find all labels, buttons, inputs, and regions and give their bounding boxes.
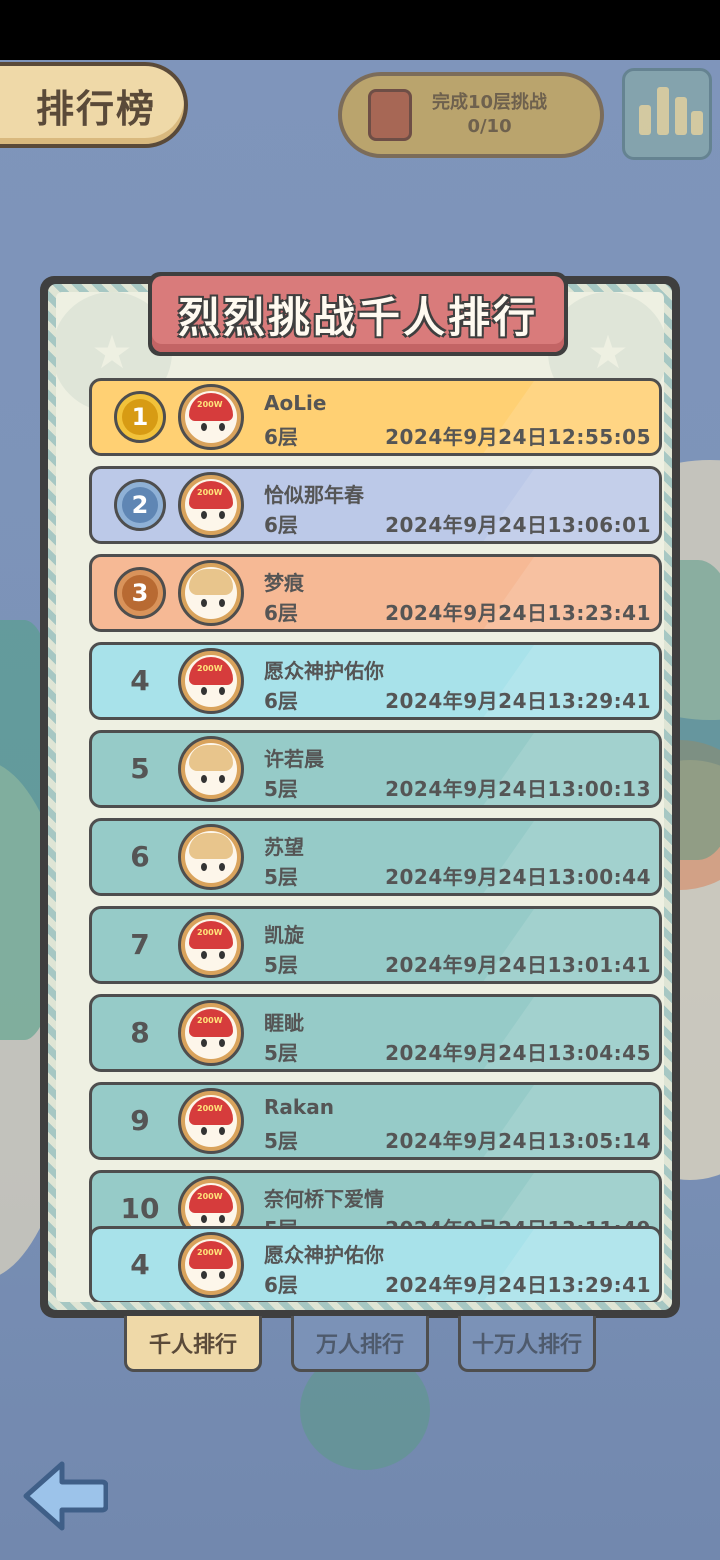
stats-chart-icon[interactable] — [622, 68, 712, 160]
floor-count: 5层 — [264, 1041, 298, 1065]
rank-row[interactable]: 5 许若晨 5层 2024年9月24日13:00:13 — [89, 730, 662, 808]
floor-count: 5层 — [264, 1129, 298, 1153]
floor-count: 5层 — [264, 777, 298, 801]
timestamp: 2024年9月24日13:29:41 — [385, 1273, 651, 1297]
player-name: 凯旋 — [264, 923, 304, 947]
tab-ten-thousand[interactable]: 万人排行 — [291, 1316, 429, 1372]
player-name: AoLie — [264, 391, 327, 415]
avatar — [178, 1000, 244, 1066]
rank-number: 9 — [130, 1104, 150, 1137]
floor-count: 6层 — [264, 513, 298, 537]
challenge-event-button[interactable]: 完成10层挑战 0/10 — [338, 72, 604, 158]
player-name: 睚眦 — [264, 1011, 304, 1035]
avatar — [178, 384, 244, 450]
rank-row[interactable]: 3 梦痕 6层 2024年9月24日13:23:41 — [89, 554, 662, 632]
timestamp: 2024年9月24日13:00:13 — [385, 777, 651, 801]
page-title: 排行榜 — [35, 86, 156, 131]
floor-count: 5层 — [264, 865, 298, 889]
avatar — [178, 472, 244, 538]
rank-row[interactable]: 1 AoLie 6层 2024年9月24日12:55:05 — [89, 378, 662, 456]
avatar — [178, 912, 244, 978]
rank-row[interactable]: 4 愿众神护佑你 6层 2024年9月24日13:29:41 — [89, 642, 662, 720]
rank-row[interactable]: 6 苏望 5层 2024年9月24日13:00:44 — [89, 818, 662, 896]
avatar — [178, 648, 244, 714]
tab-thousand[interactable]: 千人排行 — [124, 1316, 262, 1372]
floor-count: 6层 — [264, 601, 298, 625]
floor-count: 5层 — [264, 953, 298, 977]
tab-label: 十万人排行 — [471, 1332, 582, 1358]
rank-number: 3 — [122, 575, 158, 611]
avatar — [178, 736, 244, 802]
player-name: Rakan — [264, 1095, 334, 1119]
self-rank-row: 4 愿众神护佑你 6层 2024年9月24日13:29:41 — [89, 1226, 662, 1302]
rank-row[interactable]: 2 恰似那年春 6层 2024年9月24日13:06:01 — [89, 466, 662, 544]
tab-hundred-thousand[interactable]: 十万人排行 — [458, 1316, 596, 1372]
status-bar — [0, 0, 720, 60]
rank-number: 2 — [122, 487, 158, 523]
timestamp: 2024年9月24日13:01:41 — [385, 953, 651, 977]
rank-number: 4 — [130, 1248, 150, 1281]
rank-row[interactable]: 8 睚眦 5层 2024年9月24日13:04:45 — [89, 994, 662, 1072]
player-name: 许若晨 — [264, 747, 324, 771]
rank-number: 1 — [122, 399, 158, 435]
silver-medal-icon: 2 — [114, 479, 166, 531]
avatar — [178, 1088, 244, 1154]
rank-row[interactable]: 7 凯旋 5层 2024年9月24日13:01:41 — [89, 906, 662, 984]
player-name: 苏望 — [264, 835, 304, 859]
rank-number: 7 — [130, 928, 150, 961]
floor-count: 6层 — [264, 689, 298, 713]
bronze-medal-icon: 3 — [114, 567, 166, 619]
floor-count: 6层 — [264, 425, 298, 449]
player-name: 愿众神护佑你 — [264, 1243, 384, 1267]
timestamp: 2024年9月24日13:06:01 — [385, 513, 651, 537]
rank-number: 5 — [130, 752, 150, 785]
ranking-list[interactable]: 1 AoLie 6层 2024年9月24日12:55:05 2 恰似那年春 6层… — [56, 292, 664, 1238]
leaderboard-panel: ★ ★ 1 AoLie 6层 2024年9月24日12:55:05 2 恰似那年… — [40, 272, 680, 1318]
tab-label: 千人排行 — [148, 1332, 237, 1358]
avatar — [178, 824, 244, 890]
gift-box-icon — [368, 89, 412, 141]
back-arrow-icon[interactable] — [22, 1458, 108, 1534]
rank-row[interactable]: 9 Rakan 5层 2024年9月24日13:05:14 — [89, 1082, 662, 1160]
board-title: 烈烈挑战千人排行 — [177, 292, 538, 342]
avatar — [178, 1232, 244, 1298]
leaderboard-title: 排行榜 — [0, 62, 188, 148]
event-label: 完成10层挑战 — [432, 92, 548, 113]
timestamp: 2024年9月24日13:04:45 — [385, 1041, 651, 1065]
avatar — [178, 560, 244, 626]
rank-number: 8 — [130, 1016, 150, 1049]
timestamp: 2024年9月24日13:23:41 — [385, 601, 651, 625]
timestamp: 2024年9月24日13:00:44 — [385, 865, 651, 889]
rank-number: 6 — [130, 840, 150, 873]
timestamp: 2024年9月24日13:29:41 — [385, 689, 651, 713]
player-name: 梦痕 — [264, 571, 304, 595]
tab-label: 万人排行 — [315, 1332, 404, 1358]
timestamp: 2024年9月24日13:05:14 — [385, 1129, 651, 1153]
player-name: 奈何桥下爱情 — [264, 1187, 384, 1211]
player-name: 愿众神护佑你 — [264, 659, 384, 683]
gold-medal-icon: 1 — [114, 391, 166, 443]
floor-count: 6层 — [264, 1273, 298, 1297]
board-title-banner: 烈烈挑战千人排行 — [148, 272, 568, 356]
rank-number: 4 — [130, 664, 150, 697]
event-progress: 0/10 — [467, 116, 512, 137]
player-name: 恰似那年春 — [264, 483, 364, 507]
timestamp: 2024年9月24日12:55:05 — [385, 425, 651, 449]
